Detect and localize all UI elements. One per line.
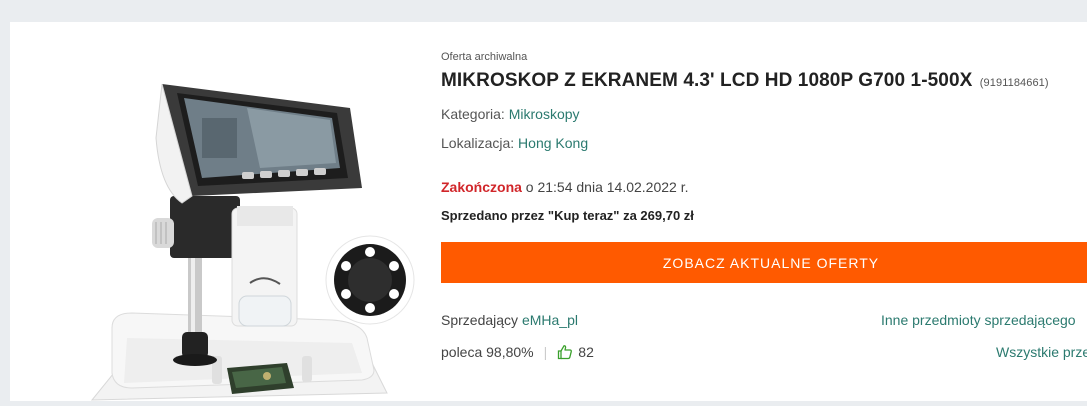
thumbs-up-icon xyxy=(557,344,573,360)
category-link[interactable]: Mikroskopy xyxy=(509,106,580,122)
rating-separator: | xyxy=(543,344,548,360)
offer-id: (9191184661) xyxy=(979,77,1049,89)
seller-row: Sprzedający eMHa_pl xyxy=(441,312,578,328)
offer-info: Oferta archiwalna MIKROSKOP Z EKRANEM 4.… xyxy=(441,22,1087,401)
status-ended: Zakończona xyxy=(441,179,522,195)
category-label: Kategoria: xyxy=(441,106,509,122)
seller-rating: poleca 98,80% | 82 xyxy=(441,344,594,360)
seller-label: Sprzedający xyxy=(441,312,522,328)
category-row: Kategoria: Mikroskopy xyxy=(441,106,580,122)
seller-name-link[interactable]: eMHa_pl xyxy=(522,312,578,328)
offer-title: MIKROSKOP Z EKRANEM 4.3' LCD HD 1080P G7… xyxy=(441,70,1049,92)
product-image[interactable] xyxy=(32,38,422,401)
location-link[interactable]: Hong Kong xyxy=(518,135,588,151)
location-row: Lokalizacja: Hong Kong xyxy=(441,135,588,151)
offer-status: Zakończona o 21:54 dnia 14.02.2022 r. xyxy=(441,179,689,195)
offer-title-text: MIKROSKOP Z EKRANEM 4.3' LCD HD 1080P G7… xyxy=(441,70,973,91)
recommends-text: poleca 98,80% xyxy=(441,344,534,360)
offer-card: Oferta archiwalna MIKROSKOP Z EKRANEM 4.… xyxy=(10,22,1087,401)
all-items-link[interactable]: Wszystkie przedmioty xyxy=(996,344,1087,360)
archived-label: Oferta archiwalna xyxy=(441,51,528,63)
other-seller-items-link[interactable]: Inne przedmioty sprzedającego xyxy=(881,312,1076,328)
location-label: Lokalizacja: xyxy=(441,135,519,151)
status-detail: o 21:54 dnia 14.02.2022 r. xyxy=(521,179,689,195)
likes-count: 82 xyxy=(578,344,594,360)
see-current-offers-button[interactable]: ZOBACZ AKTUALNE OFERTY xyxy=(441,242,1087,283)
sold-info: Sprzedano przez "Kup teraz" za 269,70 zł xyxy=(441,208,694,223)
